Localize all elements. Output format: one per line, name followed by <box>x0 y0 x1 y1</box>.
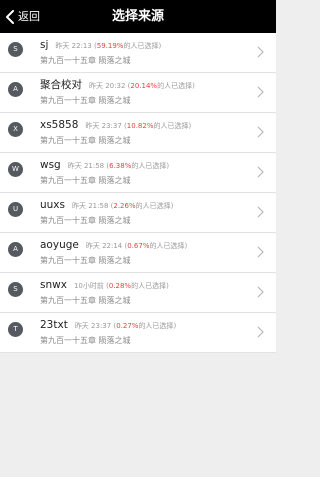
selection-suffix: 的人已选择 <box>131 162 167 170</box>
latest-chapter: 第九百一十五章 陨落之城 <box>40 56 131 65</box>
selection-percent: 10.82% <box>126 122 154 130</box>
source-row[interactable]: U uuxs 昨天 21:58 (2.26%的人已选择) 第九百一十五章 陨落之城 <box>0 193 276 233</box>
selection-percent: 6.38% <box>109 162 132 170</box>
latest-chapter: 第九百一十五章 陨落之城 <box>40 296 131 305</box>
latest-chapter: 第九百一十五章 陨落之城 <box>40 96 131 105</box>
selection-suffix: 的人已选择 <box>138 322 174 330</box>
source-avatar: X <box>8 122 23 137</box>
source-row[interactable]: X xs5858 昨天 23:37 (10.82%的人已选择) 第九百一十五章 陨… <box>0 113 276 153</box>
selection-suffix: 的人已选择 <box>135 202 171 210</box>
chevron-right-icon <box>257 46 264 58</box>
selection-percent: 59.19% <box>96 42 124 50</box>
source-meta: 昨天 23:37 (0.27%的人已选择) <box>74 322 177 330</box>
latest-chapter: 第九百一十五章 陨落之城 <box>40 256 131 265</box>
source-meta: 昨天 23:37 (10.82%的人已选择) <box>85 122 192 130</box>
update-time: 昨天 22:14 <box>85 242 123 250</box>
update-time: 昨天 23:37 <box>85 122 122 130</box>
page-title: 选择来源 <box>111 9 164 24</box>
source-name: snwx <box>40 279 67 291</box>
source-name: xs5858 <box>40 119 79 131</box>
nav-bar: 返回 选择来源 <box>0 0 276 33</box>
latest-chapter: 第九百一十五章 陨落之城 <box>40 216 131 225</box>
update-time: 昨天 21:58 <box>72 202 109 210</box>
source-list: S sj 昨天 22:13 (59.19%的人已选择) 第九百一十五章 陨落之城 … <box>0 33 276 353</box>
source-meta: 昨天 20:32 (20.14%的人已选择) <box>89 82 195 90</box>
source-name: 23txt <box>40 319 68 331</box>
selection-suffix: 的人已选择 <box>149 242 185 250</box>
source-avatar: A <box>8 82 23 97</box>
chevron-right-icon <box>257 286 264 298</box>
source-meta: 昨天 21:58 (2.26%的人已选择) <box>72 202 174 210</box>
source-avatar: S <box>8 282 23 297</box>
latest-chapter: 第九百一十五章 陨落之城 <box>40 336 131 345</box>
chevron-right-icon <box>257 126 264 138</box>
source-avatar: S <box>8 42 23 57</box>
latest-chapter: 第九百一十五章 陨落之城 <box>40 176 131 185</box>
source-meta: 10小时前 (0.28%的人已选择) <box>73 282 169 290</box>
latest-chapter: 第九百一十五章 陨落之城 <box>40 136 131 145</box>
selection-percent: 20.14% <box>130 82 158 90</box>
source-avatar: U <box>8 202 23 217</box>
update-time: 昨天 20:32 <box>89 82 126 90</box>
selection-percent: 0.27% <box>116 322 139 330</box>
source-row[interactable]: A aoyuge 昨天 22:14 (0.67%的人已选择) 第九百一十五章 陨落… <box>0 233 276 273</box>
source-meta: 昨天 21:58 (6.38%的人已选择) <box>67 162 170 170</box>
update-time: 昨天 21:58 <box>67 162 105 170</box>
source-name: wsg <box>40 159 61 171</box>
update-time: 10小时前 <box>73 282 104 290</box>
selection-percent: 0.67% <box>127 242 150 250</box>
chevron-right-icon <box>257 246 264 258</box>
source-row[interactable]: T 23txt 昨天 23:37 (0.27%的人已选择) 第九百一十五章 陨落之… <box>0 313 276 353</box>
source-meta: 昨天 22:14 (0.67%的人已选择) <box>85 242 188 250</box>
chevron-right-icon <box>257 326 264 338</box>
source-meta: 昨天 22:13 (59.19%的人已选择) <box>55 42 162 50</box>
source-avatar: T <box>8 322 23 337</box>
source-row[interactable]: W wsg 昨天 21:58 (6.38%的人已选择) 第九百一十五章 陨落之城 <box>0 153 276 193</box>
source-avatar: A <box>8 242 23 257</box>
selection-suffix: 的人已选择 <box>153 122 189 130</box>
source-avatar: W <box>8 162 23 177</box>
selection-percent: 0.28% <box>108 282 132 290</box>
source-row[interactable]: S snwx 10小时前 (0.28%的人已选择) 第九百一十五章 陨落之城 <box>0 273 276 313</box>
source-name: aoyuge <box>40 239 79 251</box>
selection-suffix: 的人已选择 <box>123 42 159 50</box>
selection-suffix: 的人已选择 <box>157 82 193 90</box>
selection-percent: 2.26% <box>113 202 136 210</box>
update-time: 昨天 22:13 <box>55 42 92 50</box>
source-name: 聚合校对 <box>40 79 82 91</box>
source-row[interactable]: S sj 昨天 22:13 (59.19%的人已选择) 第九百一十五章 陨落之城 <box>0 33 276 73</box>
selection-suffix: 的人已选择 <box>131 282 167 290</box>
source-name: uuxs <box>40 199 65 211</box>
update-time: 昨天 23:37 <box>74 322 112 330</box>
chevron-right-icon <box>257 206 264 218</box>
chevron-right-icon <box>257 86 264 98</box>
source-name: sj <box>40 39 49 51</box>
source-row[interactable]: A 聚合校对 昨天 20:32 (20.14%的人已选择) 第九百一十五章 陨落之… <box>0 73 276 113</box>
chevron-right-icon <box>257 166 264 178</box>
